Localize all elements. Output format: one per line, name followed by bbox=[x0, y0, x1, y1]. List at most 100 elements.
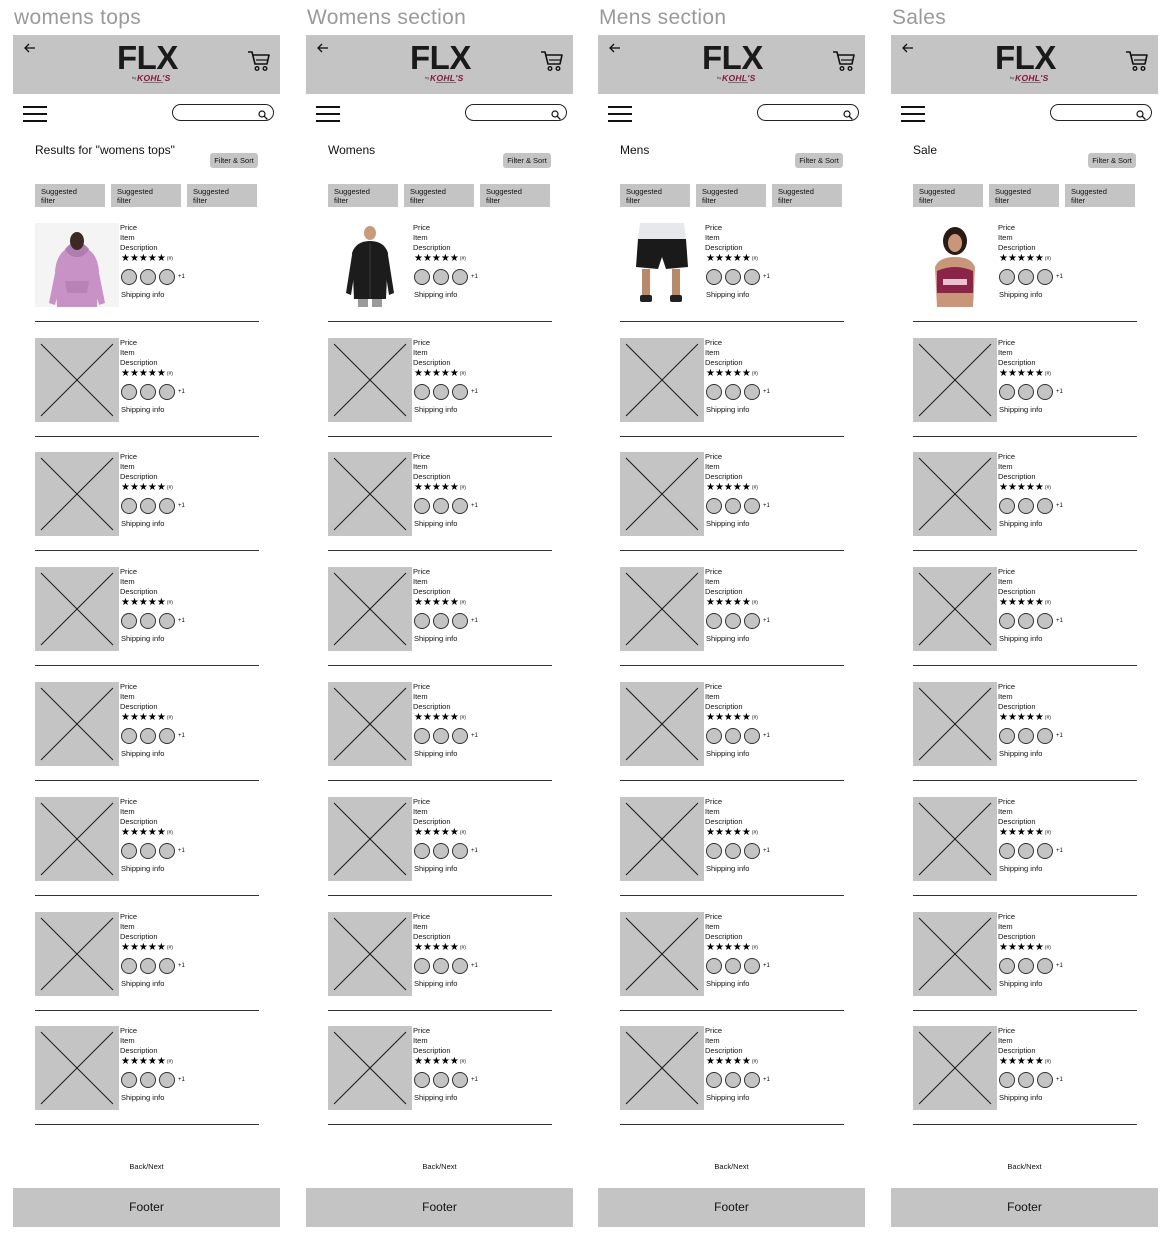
image-placeholder[interactable] bbox=[913, 338, 997, 422]
color-swatch[interactable] bbox=[433, 843, 449, 859]
color-swatch[interactable] bbox=[414, 384, 430, 400]
color-swatch[interactable] bbox=[452, 613, 468, 629]
color-swatch[interactable] bbox=[706, 384, 722, 400]
flx-logo[interactable]: FLX by KOHL'S bbox=[995, 41, 1056, 85]
color-swatch[interactable] bbox=[1037, 613, 1053, 629]
hamburger-menu-icon[interactable] bbox=[608, 106, 632, 123]
color-swatch[interactable] bbox=[999, 1072, 1015, 1088]
color-swatch[interactable] bbox=[999, 269, 1015, 285]
color-swatch[interactable] bbox=[725, 498, 741, 514]
color-swatch[interactable] bbox=[414, 958, 430, 974]
color-swatch[interactable] bbox=[725, 958, 741, 974]
hamburger-menu-icon[interactable] bbox=[316, 106, 340, 123]
product-card[interactable]: Price Item Description ★★★★★ (#) +1 Shipping i… bbox=[620, 1026, 844, 1141]
cart-icon[interactable] bbox=[247, 49, 271, 73]
color-swatch[interactable] bbox=[706, 728, 722, 744]
image-placeholder[interactable] bbox=[328, 1026, 412, 1110]
back-arrow-icon[interactable] bbox=[901, 41, 915, 55]
product-card[interactable]: Price Item Description ★★★★★ (#) +1 Shipping i… bbox=[620, 797, 844, 912]
color-swatch[interactable] bbox=[744, 384, 760, 400]
color-swatch[interactable] bbox=[452, 843, 468, 859]
product-card[interactable]: Price Item Description ★★★★★ (#) +1 Shipping i… bbox=[328, 567, 552, 682]
color-swatch[interactable] bbox=[725, 728, 741, 744]
color-swatch[interactable] bbox=[121, 958, 137, 974]
color-swatch[interactable] bbox=[121, 1072, 137, 1088]
color-swatch[interactable] bbox=[706, 843, 722, 859]
search-input[interactable] bbox=[1050, 104, 1152, 121]
product-card[interactable]: Price Item Description ★★★★★ (#) +1 Shipping i… bbox=[913, 338, 1137, 453]
product-card[interactable]: Price Item Description ★★★★★ (#) +1 Shipping i… bbox=[913, 1026, 1137, 1141]
back-arrow-icon[interactable] bbox=[608, 41, 622, 55]
color-swatch[interactable] bbox=[140, 498, 156, 514]
suggested-filter-chip[interactable]: Suggested filter bbox=[111, 184, 181, 207]
color-swatch[interactable] bbox=[706, 498, 722, 514]
image-placeholder[interactable] bbox=[328, 567, 412, 651]
color-swatch[interactable] bbox=[159, 728, 175, 744]
color-swatch[interactable] bbox=[414, 269, 430, 285]
color-swatch[interactable] bbox=[433, 728, 449, 744]
back-arrow-icon[interactable] bbox=[23, 41, 37, 55]
color-swatch[interactable] bbox=[744, 613, 760, 629]
filter-sort-button[interactable]: Filter & Sort bbox=[1088, 153, 1136, 168]
color-swatch[interactable] bbox=[140, 613, 156, 629]
color-swatch[interactable] bbox=[706, 613, 722, 629]
color-swatch[interactable] bbox=[744, 498, 760, 514]
color-swatch[interactable] bbox=[452, 269, 468, 285]
product-photo[interactable] bbox=[620, 223, 704, 307]
image-placeholder[interactable] bbox=[913, 682, 997, 766]
color-swatch[interactable] bbox=[121, 384, 137, 400]
suggested-filter-chip[interactable]: Suggested filter bbox=[772, 184, 842, 207]
image-placeholder[interactable] bbox=[620, 567, 704, 651]
product-card[interactable]: Price Item Description ★★★★★ (#) +1 Shipping i… bbox=[35, 682, 259, 797]
cart-icon[interactable] bbox=[832, 49, 856, 73]
product-card[interactable]: Price Item Description ★★★★★ (#) +1 Shipping i… bbox=[913, 912, 1137, 1027]
color-swatch[interactable] bbox=[725, 384, 741, 400]
suggested-filter-chip[interactable]: Suggested filter bbox=[328, 184, 398, 207]
color-swatch[interactable] bbox=[433, 498, 449, 514]
color-swatch[interactable] bbox=[433, 613, 449, 629]
flx-logo[interactable]: FLX by KOHL'S bbox=[410, 41, 471, 85]
product-card[interactable]: Price Item Description ★★★★★ (#) +1 Shipping i… bbox=[913, 682, 1137, 797]
product-photo[interactable] bbox=[35, 223, 119, 307]
color-swatch[interactable] bbox=[1037, 843, 1053, 859]
product-card[interactable]: Price Item Description ★★★★★ (#) +1 Shipping i… bbox=[328, 223, 552, 338]
product-card[interactable]: Price Item Description ★★★★★ (#) +1 Shipping i… bbox=[620, 567, 844, 682]
color-swatch[interactable] bbox=[725, 843, 741, 859]
color-swatch[interactable] bbox=[999, 958, 1015, 974]
color-swatch[interactable] bbox=[1018, 498, 1034, 514]
color-swatch[interactable] bbox=[121, 269, 137, 285]
color-swatch[interactable] bbox=[1037, 728, 1053, 744]
color-swatch[interactable] bbox=[433, 1072, 449, 1088]
color-swatch[interactable] bbox=[121, 843, 137, 859]
color-swatch[interactable] bbox=[706, 1072, 722, 1088]
color-swatch[interactable] bbox=[1037, 1072, 1053, 1088]
product-photo[interactable] bbox=[328, 223, 412, 307]
image-placeholder[interactable] bbox=[620, 797, 704, 881]
search-input[interactable] bbox=[172, 104, 274, 121]
image-placeholder[interactable] bbox=[35, 797, 119, 881]
color-swatch[interactable] bbox=[121, 728, 137, 744]
color-swatch[interactable] bbox=[1037, 498, 1053, 514]
color-swatch[interactable] bbox=[121, 498, 137, 514]
color-swatch[interactable] bbox=[452, 498, 468, 514]
color-swatch[interactable] bbox=[1037, 384, 1053, 400]
image-placeholder[interactable] bbox=[620, 338, 704, 422]
color-swatch[interactable] bbox=[1018, 843, 1034, 859]
product-card[interactable]: Price Item Description ★★★★★ (#) +1 Shipping i… bbox=[328, 682, 552, 797]
suggested-filter-chip[interactable]: Suggested filter bbox=[187, 184, 257, 207]
image-placeholder[interactable] bbox=[35, 338, 119, 422]
color-swatch[interactable] bbox=[1018, 613, 1034, 629]
flx-logo[interactable]: FLX by KOHL'S bbox=[702, 41, 763, 85]
product-card[interactable]: Price Item Description ★★★★★ (#) +1 Shipping i… bbox=[620, 912, 844, 1027]
cart-icon[interactable] bbox=[540, 49, 564, 73]
image-placeholder[interactable] bbox=[328, 912, 412, 996]
filter-sort-button[interactable]: Filter & Sort bbox=[503, 153, 551, 168]
color-swatch[interactable] bbox=[1018, 728, 1034, 744]
image-placeholder[interactable] bbox=[328, 682, 412, 766]
suggested-filter-chip[interactable]: Suggested filter bbox=[404, 184, 474, 207]
product-card[interactable]: Price Item Description ★★★★★ (#) +1 Shipping i… bbox=[328, 797, 552, 912]
hamburger-menu-icon[interactable] bbox=[901, 106, 925, 123]
image-placeholder[interactable] bbox=[913, 567, 997, 651]
suggested-filter-chip[interactable]: Suggested filter bbox=[620, 184, 690, 207]
pagination-back-next[interactable]: Back/Next bbox=[93, 1162, 200, 1171]
